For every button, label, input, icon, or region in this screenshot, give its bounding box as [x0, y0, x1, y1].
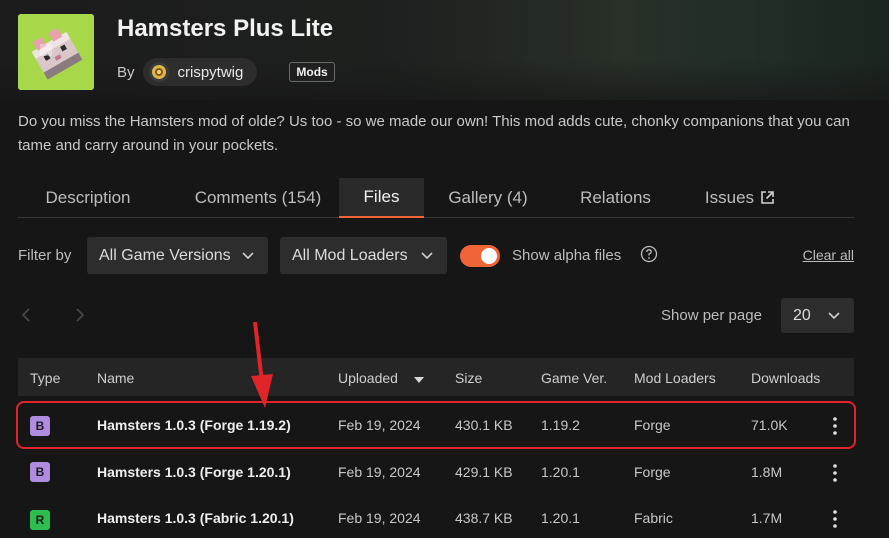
per-page-value: 20 [793, 306, 811, 324]
table-row[interactable]: B Hamsters 1.0.3 (Forge 1.20.1) Feb 19, … [18, 449, 854, 493]
beta-badge: B [30, 416, 50, 436]
chevron-down-icon [421, 252, 433, 260]
column-uploaded-label: Uploaded [338, 370, 398, 386]
category-tag[interactable]: Mods [289, 62, 335, 82]
download-count: 1.7M [751, 510, 783, 526]
uploaded-date: Feb 19, 2024 [338, 464, 421, 480]
uploaded-date: Feb 19, 2024 [338, 510, 421, 526]
table-row[interactable]: B Hamsters 1.0.3 (Forge 1.19.2) Feb 19, … [16, 401, 856, 449]
mod-loader: Forge [634, 417, 671, 433]
tab-label: Issues [704, 187, 755, 207]
game-versions-select[interactable]: All Game Versions [87, 237, 268, 274]
tab-description[interactable]: Description [18, 178, 158, 217]
game-versions-value: All Game Versions [99, 246, 231, 264]
game-version: 1.19.2 [541, 417, 580, 433]
filter-label: Filter by [18, 247, 72, 264]
tab-bar: Description Comments (154) Files Gallery… [18, 178, 854, 218]
file-size: 438.7 KB [455, 510, 513, 526]
release-badge: R [30, 510, 50, 530]
filter-bar: Filter by All Game Versions All Mod Load… [18, 237, 854, 275]
per-page-select[interactable]: 20 [781, 298, 854, 333]
byline: By crispytwig Mods [117, 58, 335, 86]
file-name[interactable]: Hamsters 1.0.3 (Forge 1.20.1) [97, 464, 291, 480]
author-name: crispytwig [177, 63, 244, 81]
download-count: 71.0K [751, 417, 788, 433]
file-size: 429.1 KB [455, 464, 513, 480]
clear-all-link[interactable]: Clear all [803, 247, 854, 263]
column-game-ver[interactable]: Game Ver. [541, 370, 607, 386]
file-size: 430.1 KB [455, 417, 513, 433]
by-label: By [117, 63, 135, 81]
game-version: 1.20.1 [541, 464, 580, 480]
external-link-icon [760, 190, 775, 205]
mod-loader: Fabric [634, 510, 673, 526]
tab-label: Files [363, 187, 400, 206]
tab-label: Gallery (4) [448, 187, 528, 207]
tab-gallery[interactable]: Gallery (4) [430, 178, 546, 217]
column-uploaded[interactable]: Uploaded [338, 370, 424, 387]
sort-desc-icon [413, 371, 424, 387]
column-type: Type [30, 370, 61, 386]
download-count: 1.8M [751, 464, 783, 480]
column-mod-loaders[interactable]: Mod Loaders [634, 370, 716, 386]
show-alpha-label: Show alpha files [512, 247, 622, 264]
file-name[interactable]: Hamsters 1.0.3 (Fabric 1.20.1) [97, 510, 294, 526]
more-options-icon[interactable] [833, 463, 837, 488]
mod-loader: Forge [634, 464, 671, 480]
project-title: Hamsters Plus Lite [117, 15, 334, 42]
previous-page-icon[interactable] [20, 307, 32, 328]
author-avatar-icon [151, 65, 166, 79]
hamster-logo-icon [18, 14, 94, 90]
tab-label: Relations [580, 187, 651, 207]
tab-issues[interactable]: Issues [686, 178, 794, 217]
column-downloads[interactable]: Downloads [751, 370, 820, 386]
chevron-down-icon [828, 312, 840, 320]
uploaded-date: Feb 19, 2024 [338, 417, 421, 433]
table-row[interactable]: R Hamsters 1.0.3 (Fabric 1.20.1) Feb 19,… [18, 495, 854, 538]
more-options-icon[interactable] [833, 509, 837, 534]
project-logo [18, 14, 94, 90]
files-table-header: Type Name Uploaded Size Game Ver. Mod Lo… [18, 358, 854, 396]
mod-loaders-select[interactable]: All Mod Loaders [280, 237, 447, 274]
tab-relations[interactable]: Relations [553, 178, 678, 217]
show-alpha-toggle[interactable] [460, 245, 500, 267]
next-page-icon[interactable] [74, 307, 86, 328]
tab-label: Description [45, 187, 131, 207]
file-name[interactable]: Hamsters 1.0.3 (Forge 1.19.2) [97, 417, 291, 433]
chevron-down-icon [242, 252, 254, 260]
per-page-label: Show per page [661, 307, 762, 324]
mod-loaders-value: All Mod Loaders [292, 246, 408, 264]
author-avatar [148, 62, 169, 82]
column-size[interactable]: Size [455, 370, 482, 386]
author-chip[interactable]: crispytwig [142, 58, 258, 86]
tab-label: Comments (154) [194, 187, 322, 207]
tab-comments[interactable]: Comments (154) [163, 178, 353, 217]
beta-badge: B [30, 462, 50, 482]
column-name[interactable]: Name [97, 370, 134, 386]
tab-files[interactable]: Files [339, 178, 424, 218]
annotation-arrow-icon [246, 321, 276, 415]
project-description: Do you miss the Hamsters mod of olde? Us… [18, 113, 850, 154]
game-version: 1.20.1 [541, 510, 580, 526]
help-icon[interactable] [640, 245, 658, 268]
toggle-knob [481, 248, 497, 264]
more-options-icon[interactable] [833, 416, 837, 441]
